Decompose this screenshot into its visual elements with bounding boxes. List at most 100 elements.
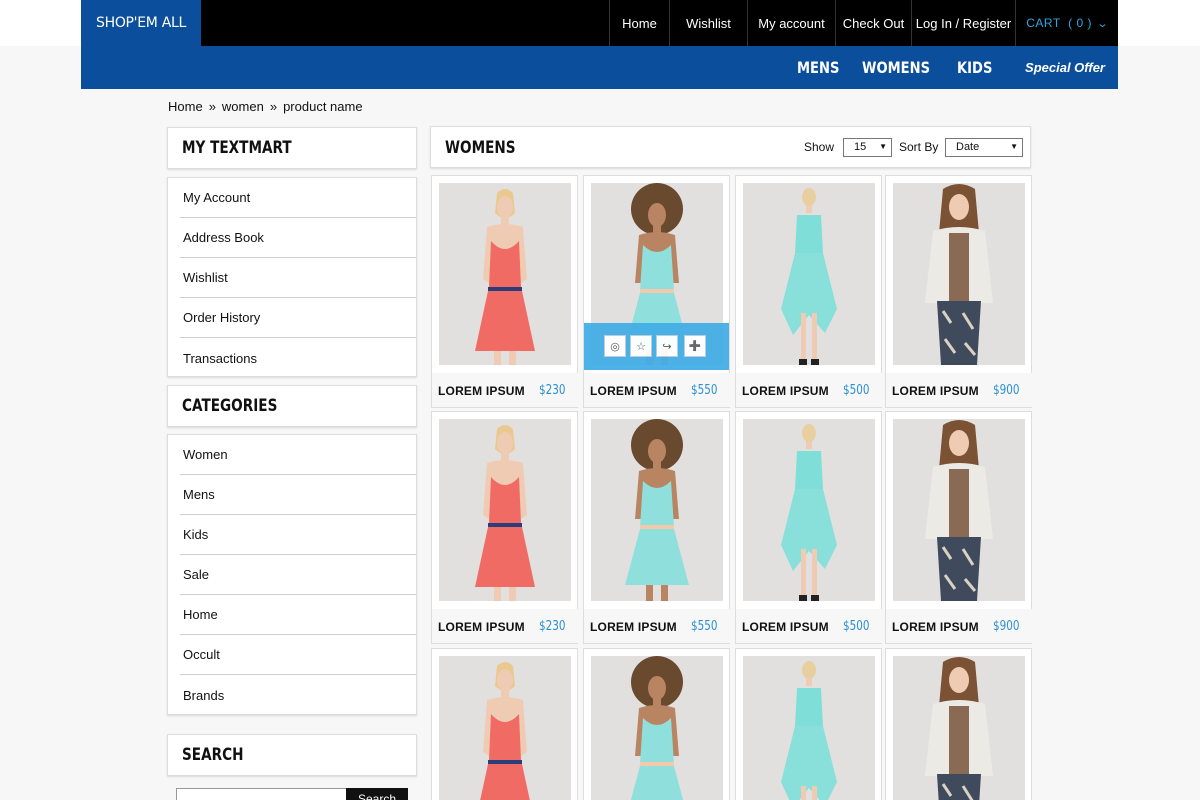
cat-womens[interactable]: WOMENS <box>862 46 930 89</box>
chevron-down-icon: ⌄ <box>1096 17 1110 30</box>
product-card[interactable] <box>431 648 578 800</box>
star-icon: ☆ <box>636 340 646 353</box>
category-kids[interactable]: Kids <box>180 515 416 555</box>
account-menu: My Account Address Book Wishlist Order H… <box>167 177 417 377</box>
product-image[interactable] <box>743 183 875 365</box>
logo-text: SHOP'EM ALL <box>96 15 186 31</box>
site-logo[interactable]: SHOP'EM ALL <box>81 0 201 46</box>
breadcrumb-women[interactable]: women <box>222 99 264 114</box>
product-card[interactable]: LOREM IPSUM $550 ◎ ☆ ↪ ➕ <box>583 175 731 408</box>
product-name[interactable]: LOREM IPSUM <box>438 620 525 634</box>
product-price: $230 <box>539 383 566 398</box>
product-name[interactable]: LOREM IPSUM <box>892 620 979 634</box>
cart-add-icon: ➕ <box>688 340 702 352</box>
special-offer-link[interactable]: Special Offer <box>1025 46 1105 89</box>
product-price: $550 <box>691 383 718 398</box>
eye-icon: ◎ <box>610 340 620 353</box>
product-card[interactable] <box>735 648 882 800</box>
product-name[interactable]: LOREM IPSUM <box>438 384 525 398</box>
sidebar-item-wishlist[interactable]: Wishlist <box>180 258 416 298</box>
product-card[interactable] <box>885 648 1032 800</box>
product-image[interactable] <box>893 419 1025 601</box>
product-card[interactable]: LOREM IPSUM $230 <box>431 175 579 408</box>
sidebar-item-order-history[interactable]: Order History <box>180 298 416 338</box>
cart-label: CART ( 0 ) <box>1026 16 1092 30</box>
category-occult[interactable]: Occult <box>180 635 416 675</box>
breadcrumb-current: product name <box>283 99 363 114</box>
search-title: SEARCH <box>182 745 244 765</box>
category-mens[interactable]: Mens <box>180 475 416 515</box>
categories-title: CATEGORIES <box>182 396 278 416</box>
sort-label: Sort By <box>899 140 939 154</box>
product-image[interactable] <box>439 656 571 800</box>
page-title: WOMENS <box>445 138 516 158</box>
share-button[interactable]: ↪ <box>656 335 678 357</box>
select-arrow-icon: ▼ <box>879 142 887 151</box>
nav-login-register[interactable]: Log In / Register <box>911 0 1015 46</box>
breadcrumb-separator-icon: » <box>208 99 216 114</box>
product-hover-actions: ◎ ☆ ↪ ➕ <box>584 323 729 370</box>
product-image[interactable] <box>743 656 875 800</box>
product-price: $500 <box>843 619 870 634</box>
category-women[interactable]: Women <box>180 435 416 475</box>
account-title: MY TEXTMART <box>182 138 292 158</box>
product-list-header: WOMENS Show 15 ▼ Sort By Date ▼ <box>430 126 1031 168</box>
show-select[interactable]: 15 ▼ <box>843 138 892 157</box>
category-sale[interactable]: Sale <box>180 555 416 595</box>
product-name[interactable]: LOREM IPSUM <box>742 620 829 634</box>
nav-my-account[interactable]: My account <box>747 0 835 46</box>
product-image[interactable] <box>591 419 723 601</box>
product-card[interactable] <box>583 648 730 800</box>
product-card[interactable]: LOREM IPSUM $900 <box>885 411 1033 644</box>
product-image[interactable] <box>591 656 723 800</box>
cart-add-button[interactable]: ➕ <box>684 335 706 357</box>
product-name[interactable]: LOREM IPSUM <box>590 620 677 634</box>
categories-panel-title: CATEGORIES <box>167 385 417 427</box>
sidebar-item-my-account[interactable]: My Account <box>180 178 416 218</box>
sort-value: Date <box>956 141 980 153</box>
page-title-wrap: WOMENS <box>445 127 533 169</box>
sidebar-item-address-book[interactable]: Address Book <box>180 218 416 258</box>
star-button[interactable]: ☆ <box>630 335 652 357</box>
nav-check-out[interactable]: Check Out <box>835 0 911 46</box>
nav-home[interactable]: Home <box>609 0 669 46</box>
search-panel-title: SEARCH <box>167 734 417 776</box>
breadcrumb-home[interactable]: Home <box>168 99 203 114</box>
product-name[interactable]: LOREM IPSUM <box>590 384 677 398</box>
product-price: $230 <box>539 619 566 634</box>
show-label: Show <box>804 140 835 154</box>
product-name[interactable]: LOREM IPSUM <box>742 384 829 398</box>
category-brands[interactable]: Brands <box>180 675 416 715</box>
show-value: 15 <box>854 141 867 153</box>
product-card[interactable]: LOREM IPSUM $550 <box>583 411 731 644</box>
product-card[interactable]: LOREM IPSUM $900 <box>885 175 1033 408</box>
product-image[interactable] <box>439 183 571 365</box>
share-icon: ↪ <box>662 340 672 353</box>
nav-wishlist[interactable]: Wishlist <box>669 0 747 46</box>
product-image[interactable] <box>893 656 1025 800</box>
account-panel-title: MY TEXTMART <box>167 127 417 169</box>
product-card[interactable]: LOREM IPSUM $500 <box>735 175 883 408</box>
sort-select[interactable]: Date ▼ <box>945 138 1023 157</box>
category-bar: MENS WOMENS KIDS Special Offer <box>81 46 1118 89</box>
top-nav: Home Wishlist My account Check Out Log I… <box>609 0 1118 46</box>
category-home[interactable]: Home <box>180 595 416 635</box>
categories-menu: Women Mens Kids Sale Home Occult Brands <box>167 434 417 715</box>
breadcrumb: Home » women » product name <box>168 99 363 114</box>
breadcrumb-separator-icon: » <box>269 99 278 114</box>
product-image[interactable] <box>743 419 875 601</box>
cart-button[interactable]: CART ( 0 ) ⌄ <box>1015 0 1118 46</box>
product-image[interactable] <box>893 183 1025 365</box>
search-button[interactable]: Search <box>346 788 408 800</box>
product-name[interactable]: LOREM IPSUM <box>892 384 979 398</box>
product-card[interactable]: LOREM IPSUM $230 <box>431 411 579 644</box>
cat-kids[interactable]: KIDS <box>957 46 992 89</box>
product-price: $900 <box>993 383 1020 398</box>
product-price: $550 <box>691 619 718 634</box>
product-card[interactable]: LOREM IPSUM $500 <box>735 411 883 644</box>
eye-button[interactable]: ◎ <box>604 335 626 357</box>
product-image[interactable] <box>439 419 571 601</box>
sidebar-item-transactions[interactable]: Transactions <box>180 338 416 378</box>
cat-mens[interactable]: MENS <box>797 46 839 89</box>
product-price: $900 <box>993 619 1020 634</box>
